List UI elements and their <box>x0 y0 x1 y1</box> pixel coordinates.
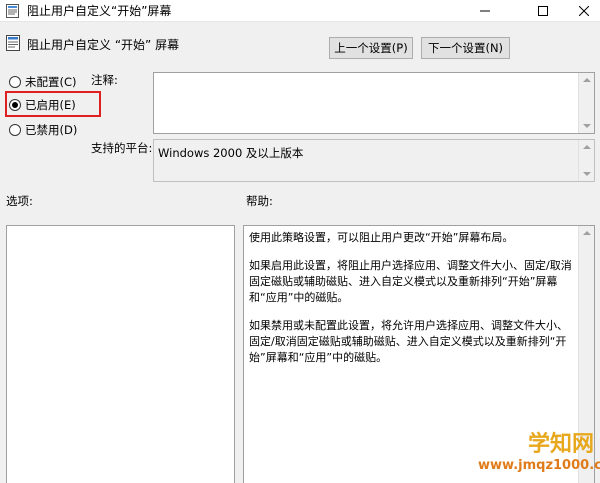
help-paragraph: 如果禁用或未配置此设置，将允许用户选择应用、调整文件大小、固定/取消固定磁贴或辅… <box>249 319 568 364</box>
scroll-up-icon[interactable] <box>583 78 591 82</box>
platform-scrollbar[interactable] <box>578 140 594 181</box>
help-paragraph: 如果启用此设置，将阻止用户选择应用、调整文件大小、固定/取消固定磁贴或辅助磁贴、… <box>249 259 572 304</box>
maximize-button[interactable] <box>520 0 566 22</box>
help-paragraph: 使用此策略设置，可以阻止用户更改“开始”屏幕布局。 <box>249 231 514 244</box>
radio-label: 已禁用(D) <box>25 123 78 137</box>
minimize-icon <box>480 10 490 12</box>
previous-setting-button[interactable]: 上一个设置(P) <box>329 37 413 59</box>
comment-textarea[interactable] <box>153 72 595 134</box>
close-button[interactable] <box>568 0 600 22</box>
scroll-down-icon[interactable] <box>583 172 591 176</box>
scroll-up-icon[interactable] <box>583 145 591 149</box>
scroll-down-icon[interactable] <box>583 124 591 128</box>
options-label: 选项: <box>6 194 33 208</box>
radio-button[interactable] <box>9 124 21 136</box>
radio-button[interactable] <box>9 76 21 88</box>
scroll-up-icon[interactable] <box>583 231 591 235</box>
radio-label: 未配置(C) <box>25 75 77 89</box>
minimize-button[interactable] <box>462 0 508 22</box>
watermark-title: 学知网 <box>527 432 594 457</box>
comment-scrollbar[interactable] <box>578 73 594 133</box>
radio-disabled[interactable]: 已禁用(D) <box>9 122 77 138</box>
highlight-annotation <box>5 91 101 117</box>
policy-icon <box>6 35 20 51</box>
platform-label: 支持的平台: <box>91 141 153 155</box>
options-panel <box>6 225 235 483</box>
policy-icon <box>6 4 19 18</box>
close-icon <box>579 6 589 16</box>
platform-value: Windows 2000 及以上版本 <box>158 146 304 160</box>
watermark-logo: 学知网 www.jmqz1000.com <box>478 432 600 482</box>
page-title: 阻止用户自定义 “开始” 屏幕 <box>27 38 180 52</box>
maximize-icon <box>538 6 548 16</box>
radio-not-configured[interactable]: 未配置(C) <box>9 74 77 90</box>
next-setting-button[interactable]: 下一个设置(N) <box>421 37 510 59</box>
help-text: 使用此策略设置，可以阻止用户更改“开始”屏幕布局。 如果启用此设置，将阻止用户选… <box>249 230 574 378</box>
platform-field: Windows 2000 及以上版本 <box>153 139 595 182</box>
watermark-url: www.jmqz1000.com <box>478 458 600 473</box>
help-label: 帮助: <box>246 194 273 208</box>
comment-label: 注释: <box>91 73 118 87</box>
title-bar: 阻止用户自定义“开始”屏幕 <box>0 0 600 22</box>
window-title: 阻止用户自定义“开始”屏幕 <box>27 4 172 18</box>
